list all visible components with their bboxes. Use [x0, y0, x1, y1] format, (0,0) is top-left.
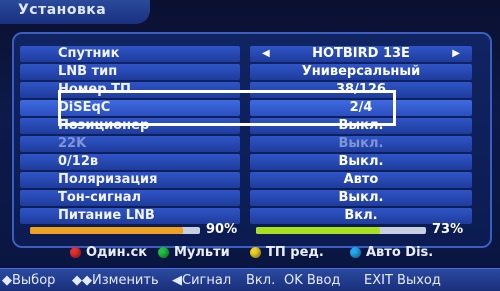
menu-row-label: 22K [20, 136, 240, 152]
menu-row-22k: 22K Выкл. [20, 136, 472, 152]
menu-row-value: Выкл. [250, 136, 472, 152]
menu-row-label: LNB тип [20, 64, 240, 80]
arrow-right-icon[interactable]: ▶ [452, 46, 460, 62]
signal-bars: 90% 73% [30, 222, 470, 238]
green-key-label: Мульти [174, 245, 230, 260]
menu-row-value[interactable]: Выкл. [250, 190, 472, 206]
menu-row-value[interactable]: Авто [250, 172, 472, 188]
menu-row-value[interactable]: Универсальный [250, 64, 472, 80]
menu-row-label: Тон-сигнал [20, 190, 240, 206]
quality-bar [256, 227, 426, 234]
blue-dot-icon [350, 247, 361, 258]
red-key[interactable]: Один.ск [70, 245, 147, 260]
hint-bar: ◆Выбор ◆◆Изменить ◀Сигнал Вкл. OK Ввод E… [0, 268, 500, 291]
hint-select: ◆Выбор [2, 273, 56, 288]
hint-on: Вкл. [246, 273, 276, 288]
blue-key-label: Авто Dis. [366, 245, 434, 260]
menu-row-label: 0/12в [20, 154, 240, 170]
color-key-row: Один.ск Мульти ТП ред. Авто Dis. [60, 245, 480, 261]
quality-bar-fill [256, 227, 381, 234]
menu-row-label: Спутник [20, 46, 240, 62]
menu-row-polarization[interactable]: Поляризация Авто [20, 172, 472, 188]
page-title: Установка [18, 2, 107, 18]
red-key-label: Один.ск [86, 245, 148, 260]
menu-row-tone-signal[interactable]: Тон-сигнал Выкл. [20, 190, 472, 206]
menu-row-label: Поляризация [20, 172, 240, 188]
hint-ok: OK Ввод [284, 273, 341, 288]
hint-exit: EXIT Выход [364, 273, 441, 288]
strength-bar-fill [30, 227, 183, 234]
selection-highlight [58, 90, 396, 126]
menu-row-value[interactable]: Выкл. [250, 154, 472, 170]
arrow-left-icon[interactable]: ◀ [262, 46, 270, 62]
yellow-dot-icon [250, 247, 261, 258]
strength-bar [30, 227, 200, 234]
menu-row-lnb-type[interactable]: LNB тип Универсальный [20, 64, 472, 80]
hint-signal: ◀Сигнал [172, 273, 232, 288]
red-dot-icon [70, 247, 81, 258]
settings-screen: Установка Спутник ◀ HOTBIRD 13E ▶ LNB ти… [0, 0, 500, 291]
blue-key[interactable]: Авто Dis. [350, 245, 433, 260]
yellow-key-label: ТП ред. [266, 245, 324, 260]
green-dot-icon [158, 247, 169, 258]
title-tab: Установка [0, 0, 150, 24]
hint-change: ◆◆Изменить [72, 273, 159, 288]
menu-row-0-12v[interactable]: 0/12в Выкл. [20, 154, 472, 170]
green-key[interactable]: Мульти [158, 245, 230, 260]
satellite-value: HOTBIRD 13E [312, 46, 410, 61]
menu-row-satellite[interactable]: Спутник ◀ HOTBIRD 13E ▶ [20, 46, 472, 62]
yellow-key[interactable]: ТП ред. [250, 245, 324, 260]
menu-row-value[interactable]: ◀ HOTBIRD 13E ▶ [250, 46, 472, 62]
strength-percent: 90% [206, 222, 238, 237]
quality-percent: 73% [432, 222, 464, 237]
